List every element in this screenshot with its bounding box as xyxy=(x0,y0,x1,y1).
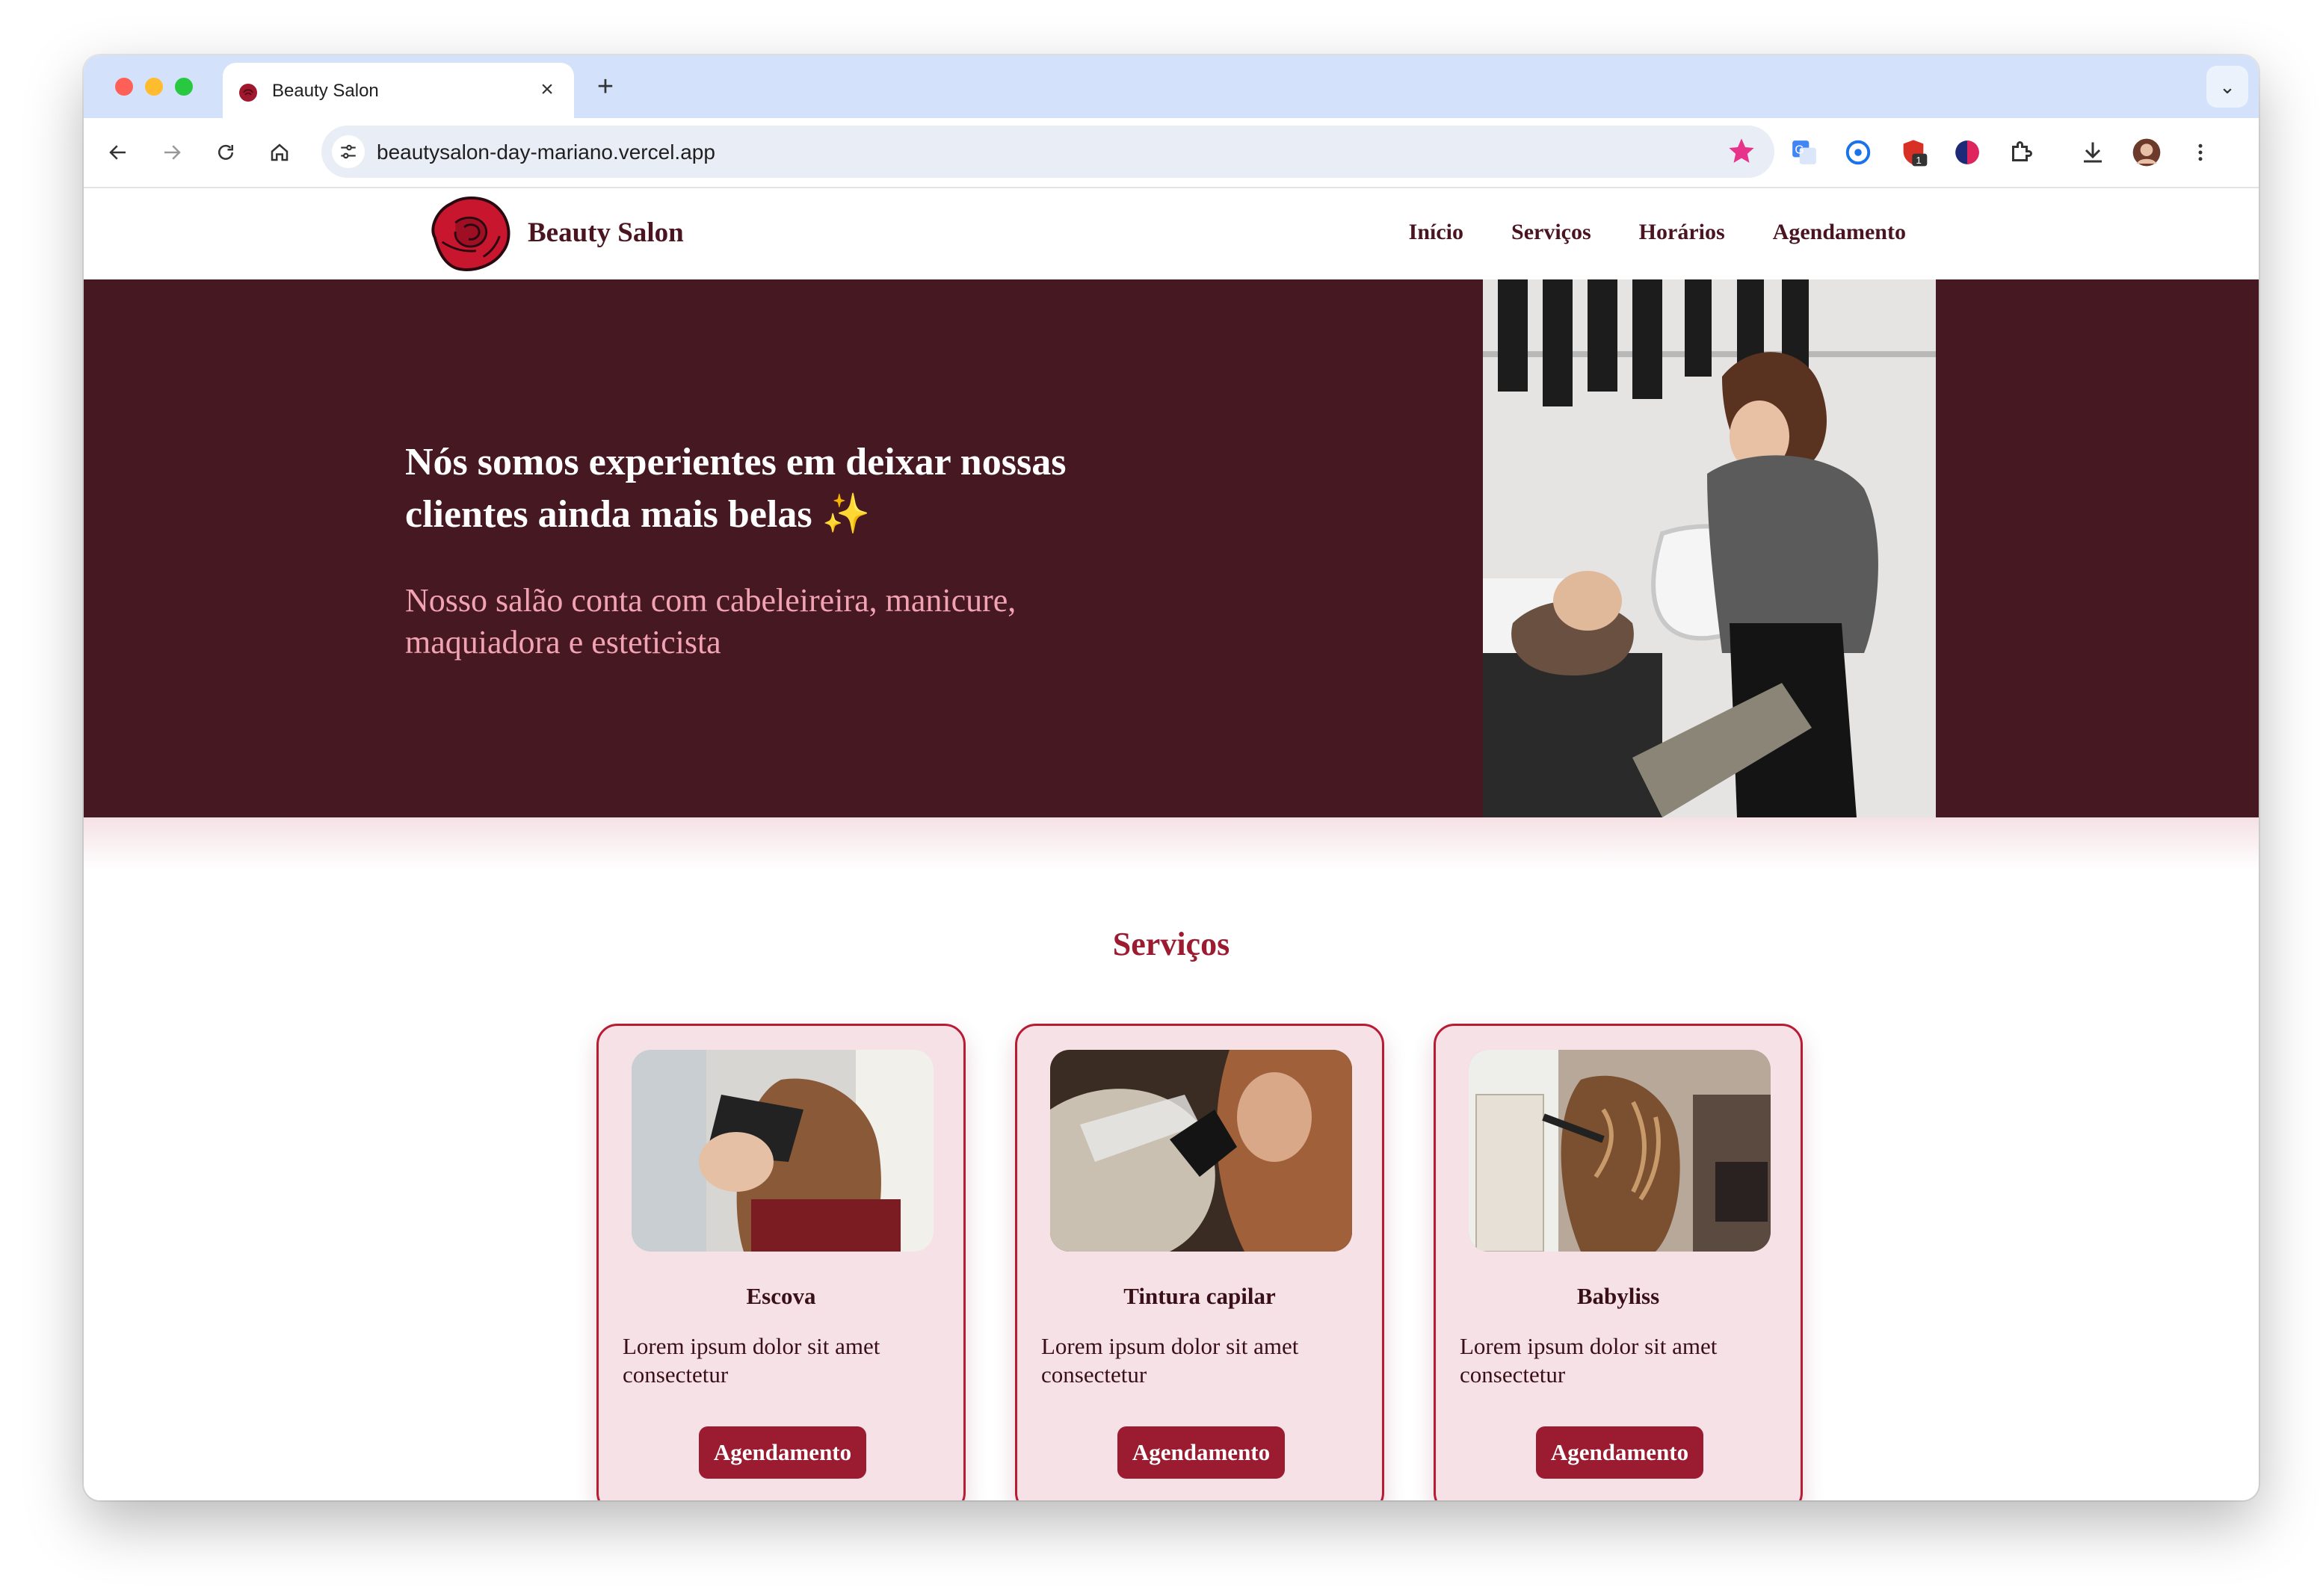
close-window-button[interactable] xyxy=(115,78,133,96)
download-icon[interactable] xyxy=(2075,134,2111,170)
extension-badge: 1 xyxy=(1916,155,1921,166)
service-photo-babyliss xyxy=(1469,1050,1771,1252)
browser-toolbar: beautysalon-day-mariano.vercel.app G 1 xyxy=(84,118,2259,188)
rose-favicon-icon xyxy=(239,84,257,102)
service-name: Babyliss xyxy=(1576,1283,1660,1309)
extensions-puzzle-icon[interactable] xyxy=(2003,134,2039,170)
book-tintura-capilar-button[interactable]: Agendamento xyxy=(1117,1426,1285,1479)
arrow-left-icon xyxy=(109,145,126,160)
url-text: beautysalon-day-mariano.vercel.app xyxy=(377,140,715,164)
home-button[interactable] xyxy=(263,136,296,169)
service-photo-escova xyxy=(632,1050,934,1252)
tab-bar: Beauty Salon × + ⌄ xyxy=(84,55,2259,118)
tab-title: Beauty Salon xyxy=(272,81,379,101)
hero-divider xyxy=(84,817,2259,870)
service-card-tintura-capilar: Tintura capilar Lorem ipsum dolor sit am… xyxy=(1015,1024,1384,1500)
browser-tab[interactable]: Beauty Salon × xyxy=(223,63,574,118)
service-card-escova: Escova Lorem ipsum dolor sit amet consec… xyxy=(596,1024,966,1500)
forward-button[interactable] xyxy=(155,136,188,169)
book-babyliss-button[interactable]: Agendamento xyxy=(1536,1426,1703,1479)
nav-link-agendamento[interactable]: Agendamento xyxy=(1773,220,1906,245)
maximize-window-button[interactable] xyxy=(175,78,193,96)
main-nav: Início Serviços Horários Agendamento xyxy=(1409,220,1906,245)
back-button[interactable] xyxy=(102,136,135,169)
service-name: Escova xyxy=(746,1283,816,1309)
brand-name[interactable]: Beauty Salon xyxy=(528,217,684,249)
book-escova-button[interactable]: Agendamento xyxy=(699,1426,866,1479)
service-description: Lorem ipsum dolor sit amet consectetur xyxy=(623,1333,880,1388)
hero-subtitle: Nosso salão conta com cabeleireira, mani… xyxy=(405,582,1016,661)
tab-search-button[interactable]: ⌄ xyxy=(2206,66,2248,108)
services-cards: Escova Lorem ipsum dolor sit amet consec… xyxy=(596,1024,1803,1500)
reload-icon xyxy=(218,144,233,160)
home-icon xyxy=(271,143,289,161)
web-page: Beauty Salon Início Serviços Horários Ag… xyxy=(84,188,2259,1500)
translate-extension-icon[interactable]: G xyxy=(1786,134,1822,170)
arrow-right-icon xyxy=(164,145,181,160)
bookmark-star-icon[interactable] xyxy=(1727,136,1756,166)
service-description: Lorem ipsum dolor sit amet consectetur xyxy=(1041,1333,1299,1388)
reload-button[interactable] xyxy=(209,136,242,169)
more-options-icon[interactable] xyxy=(2182,134,2218,170)
service-photo-tintura-capilar xyxy=(1050,1050,1352,1252)
svg-text:G: G xyxy=(1795,144,1804,157)
nav-link-inicio[interactable]: Início xyxy=(1409,220,1463,245)
browser-window: Beauty Salon × + ⌄ beautysalon-day-maria… xyxy=(84,55,2259,1500)
vpn-extension-icon[interactable] xyxy=(1949,134,1985,170)
password-extension-icon[interactable] xyxy=(1840,134,1876,170)
minimize-window-button[interactable] xyxy=(145,78,163,96)
hero-title: Nós somos experientes em deixar nossas c… xyxy=(405,441,1067,536)
shield-extension-icon[interactable]: 1 xyxy=(1895,134,1931,170)
hero-section: Nós somos experientes em deixar nossas c… xyxy=(84,279,2259,817)
nav-link-horarios[interactable]: Horários xyxy=(1639,220,1725,245)
nav-link-servicos[interactable]: Serviços xyxy=(1511,220,1591,245)
services-title: Serviços xyxy=(1112,926,1230,962)
site-settings-button[interactable] xyxy=(332,135,365,168)
service-card-babyliss: Babyliss Lorem ipsum dolor sit amet cons… xyxy=(1434,1024,1803,1500)
address-bar[interactable]: beautysalon-day-mariano.vercel.app xyxy=(321,126,1774,178)
site-header: Beauty Salon Início Serviços Horários Ag… xyxy=(84,188,2259,279)
hero-photo xyxy=(1483,279,1936,817)
service-description: Lorem ipsum dolor sit amet consectetur xyxy=(1460,1333,1718,1388)
profile-avatar[interactable] xyxy=(2129,134,2165,170)
tab-close-icon[interactable]: × xyxy=(534,76,561,103)
rose-logo-icon[interactable] xyxy=(426,193,514,275)
new-tab-button[interactable]: + xyxy=(589,72,622,105)
service-name: Tintura capilar xyxy=(1123,1283,1276,1309)
tune-icon xyxy=(341,144,356,159)
